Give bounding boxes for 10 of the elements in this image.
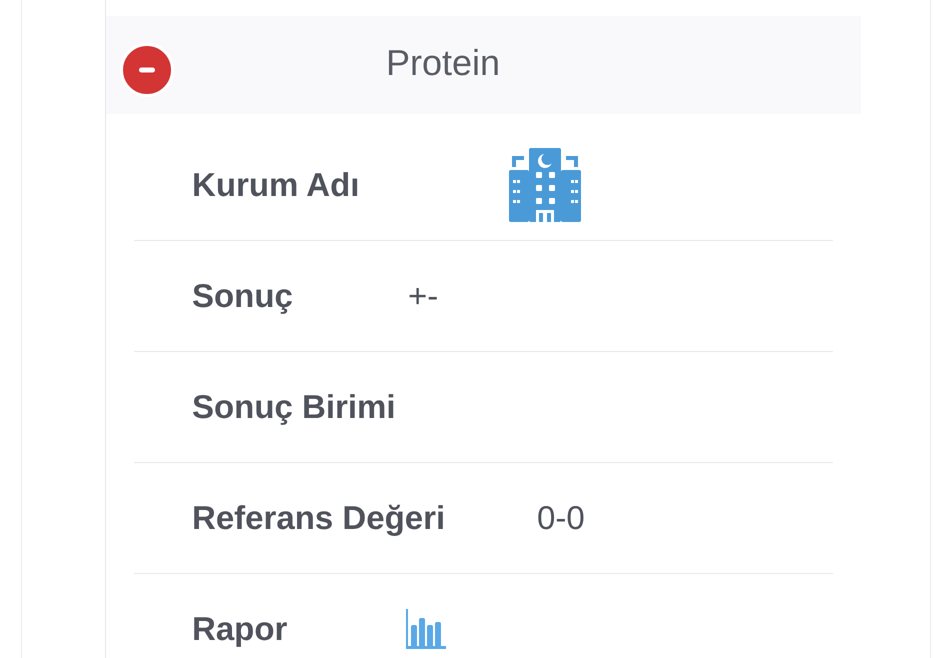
hospital-building-icon: [509, 148, 581, 222]
row-label: Sonuç: [192, 277, 293, 315]
section-title: Protein: [386, 41, 500, 85]
row-label: Rapor: [192, 610, 288, 648]
bar-chart-icon[interactable]: [406, 609, 446, 649]
row-value: 0-0: [537, 499, 585, 537]
row-label: Sonuç Birimi: [192, 388, 396, 426]
row-label: Referans Değeri: [192, 499, 446, 537]
row-value: +-: [408, 277, 438, 315]
row-label: Kurum Adı: [192, 166, 360, 204]
